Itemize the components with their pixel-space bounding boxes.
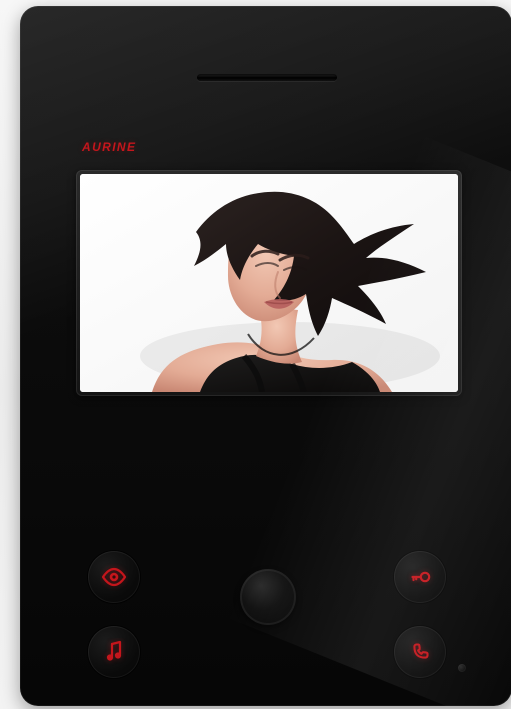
product-photo: AURINE bbox=[0, 0, 511, 709]
microphone-hole bbox=[458, 664, 466, 672]
center-knob[interactable] bbox=[240, 569, 296, 625]
eye-icon bbox=[101, 567, 127, 587]
speaker-slot bbox=[197, 74, 337, 81]
phone-icon bbox=[413, 643, 429, 659]
brand-logo-text: AURINE bbox=[82, 140, 137, 154]
unlock-button[interactable] bbox=[394, 551, 446, 603]
key-icon bbox=[411, 571, 431, 583]
music-button[interactable] bbox=[88, 626, 140, 678]
monitor-button[interactable] bbox=[88, 551, 140, 603]
call-button[interactable] bbox=[394, 626, 446, 678]
video-intercom-panel: AURINE bbox=[20, 6, 511, 706]
display-bezel bbox=[76, 170, 462, 396]
display-screen bbox=[80, 174, 458, 392]
screen-photo bbox=[80, 174, 458, 392]
music-note-icon bbox=[106, 640, 122, 661]
